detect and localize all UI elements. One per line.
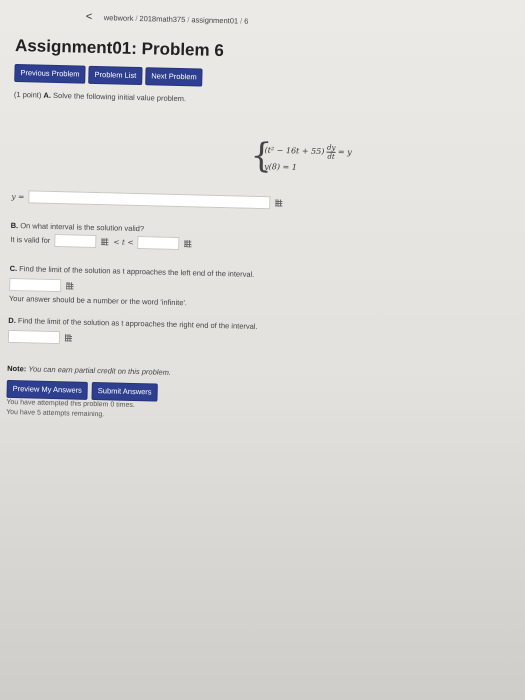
interval-right-input[interactable]	[137, 236, 180, 251]
next-problem-button[interactable]: Next Problem	[145, 67, 203, 87]
breadcrumb-link-assignment[interactable]: assignment01	[191, 15, 238, 25]
points-label: (1 point)	[13, 89, 42, 100]
part-b-label: B.	[10, 220, 19, 231]
derivative-denominator: dt	[327, 152, 335, 161]
breadcrumb-separator: /	[240, 15, 243, 26]
initial-condition: y(8) = 1	[264, 162, 298, 172]
part-d-label: D.	[8, 315, 16, 326]
interval-left-input[interactable]	[54, 234, 97, 249]
webwork-problem-page: < webwork / 2018math375 / assignment01 /…	[6, 8, 525, 419]
equation-editor-icon[interactable]	[66, 282, 74, 290]
previous-problem-button[interactable]: Previous Problem	[14, 63, 86, 84]
answer-row-y: y =	[11, 190, 283, 210]
back-chevron-icon[interactable]: <	[86, 11, 98, 23]
answer-y-label: y =	[11, 191, 25, 202]
interval-operator: < t <	[113, 237, 134, 247]
partial-credit-note: Note: You can earn partial credit on thi…	[7, 364, 171, 377]
part-d-prompt: D. Find the limit of the solution as t a…	[8, 316, 257, 331]
attempts-info: You have attempted this problem 0 times.…	[6, 398, 135, 421]
equation-editor-icon[interactable]	[275, 199, 283, 207]
part-b-prompt: B. On what interval is the solution vali…	[11, 221, 145, 233]
part-c-hint: Your answer should be a number or the wo…	[8, 293, 188, 308]
derivative-numerator: dy	[326, 143, 336, 153]
part-d-text: Find the limit of the solution as t appr…	[17, 316, 258, 331]
initial-value-equation: { (t² − 16t + 55) dy dt = y y(8) = 1	[250, 136, 441, 177]
breadcrumb-link-webwork[interactable]: webwork	[104, 13, 134, 23]
equation-lhs: (t² − 16t + 55)	[264, 145, 325, 157]
equation-rhs: = y	[337, 147, 352, 157]
answer-row-left-limit	[9, 277, 74, 293]
breadcrumb-separator: /	[187, 14, 190, 24]
derivative-fraction: dy dt	[326, 143, 336, 161]
part-b-sub: It is valid for	[10, 234, 51, 245]
breadcrumb-separator: /	[135, 13, 138, 23]
breadcrumb-link-course[interactable]: 2018math375	[139, 14, 185, 24]
preview-answers-button[interactable]: Preview My Answers	[6, 379, 89, 400]
part-c-label: C.	[9, 263, 18, 274]
problem-list-button[interactable]: Problem List	[88, 65, 143, 86]
part-c-text: Find the limit of the solution as t appr…	[19, 264, 255, 279]
screen: < webwork / 2018math375 / assignment01 /…	[0, 0, 525, 700]
differential-equation: (t² − 16t + 55) dy dt = y	[264, 142, 352, 161]
left-limit-input[interactable]	[9, 277, 62, 293]
part-c-prompt: C. Find the limit of the solution as t a…	[10, 264, 255, 279]
answer-row-interval: It is valid for < t <	[10, 233, 192, 251]
part-a-prompt: (1 point) A. Solve the following initial…	[14, 90, 525, 112]
part-b-text: On what interval is the solution valid?	[20, 221, 145, 234]
answer-y-input[interactable]	[28, 190, 271, 210]
breadcrumb-current-problem: 6	[244, 16, 249, 26]
answer-row-right-limit	[7, 329, 73, 345]
equation-editor-icon[interactable]	[101, 238, 109, 246]
note-label: Note:	[7, 363, 27, 374]
part-a-label: A.	[43, 90, 52, 100]
equation-editor-icon[interactable]	[64, 334, 73, 342]
part-a-text: Solve the following initial value proble…	[52, 90, 187, 104]
breadcrumb: < webwork / 2018math375 / assignment01 /…	[16, 8, 525, 35]
submit-answers-button[interactable]: Submit Answers	[91, 381, 158, 402]
right-limit-input[interactable]	[7, 329, 61, 345]
note-text: You can earn partial credit on this prob…	[28, 364, 172, 377]
equation-editor-icon[interactable]	[184, 240, 192, 248]
